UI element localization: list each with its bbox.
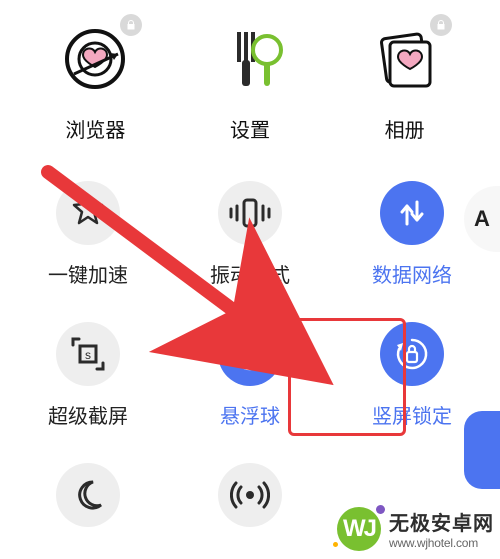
hotspot-icon <box>230 478 270 512</box>
toggle-boost-label: 一键加速 <box>48 259 128 288</box>
watermark-logo-text: WJ <box>337 507 381 551</box>
app-browser-label: 浏览器 <box>65 114 125 143</box>
toggle-float[interactable]: 悬浮球 <box>184 322 316 429</box>
screenshot-crop-icon: s <box>69 335 107 373</box>
accessibility-pill-text: A <box>474 206 490 232</box>
toggle-screenshot[interactable]: s 超级截屏 <box>22 322 154 429</box>
toggle-data-label: 数据网络 <box>372 259 452 288</box>
toggle-vibrate-label: 振动模式 <box>210 259 290 288</box>
watermark-title: 无极安卓网 <box>389 507 494 536</box>
star-burst-icon <box>68 193 108 233</box>
toggle-vibrate[interactable]: 振动模式 <box>184 181 316 288</box>
lock-icon <box>430 14 452 36</box>
watermark-url: www.wjhotel.com <box>389 536 494 550</box>
moon-icon <box>71 478 105 512</box>
toggle-hotspot[interactable] <box>184 463 316 527</box>
lock-icon <box>120 14 142 36</box>
rotation-lock-icon <box>393 335 431 373</box>
toggle-data[interactable]: 数据网络 <box>346 181 478 288</box>
toggle-dnd[interactable] <box>22 463 154 527</box>
photo-stack-icon <box>370 24 440 94</box>
app-settings-label: 设置 <box>230 114 270 143</box>
app-settings[interactable]: 设置 <box>185 24 315 143</box>
toggle-boost[interactable]: 一键加速 <box>22 181 154 288</box>
app-gallery-label: 相册 <box>385 114 425 143</box>
side-handle[interactable] <box>464 411 500 489</box>
vibrate-icon <box>228 196 272 230</box>
target-rings-icon <box>231 335 269 373</box>
watermark: WJ 无极安卓网 www.wjhotel.com <box>337 507 494 553</box>
app-gallery[interactable]: 相册 <box>340 24 470 143</box>
svg-text:s: s <box>85 348 91 362</box>
app-browser[interactable]: 浏览器 <box>30 24 160 143</box>
toggle-screenshot-label: 超级截屏 <box>48 400 128 429</box>
toggle-portrait-lock[interactable]: 竖屏锁定 <box>346 322 478 429</box>
toggle-float-label: 悬浮球 <box>220 400 280 429</box>
heart-target-icon <box>60 24 130 94</box>
data-arrows-icon <box>395 196 429 230</box>
toggle-portrait-lock-label: 竖屏锁定 <box>372 400 452 429</box>
utensils-icon <box>215 24 285 94</box>
